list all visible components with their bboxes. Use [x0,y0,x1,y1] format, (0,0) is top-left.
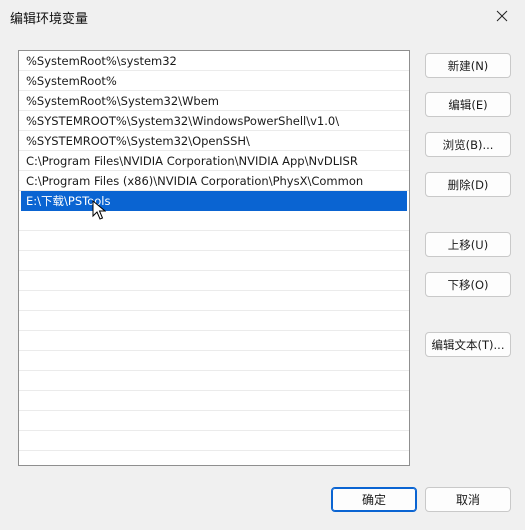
empty-row[interactable] [19,211,409,231]
list-item[interactable]: C:\Program Files\NVIDIA Corporation\NVID… [19,151,409,171]
edit-button[interactable]: 编辑(E) [425,92,511,117]
browse-button[interactable]: 浏览(B)... [425,132,511,157]
empty-row[interactable] [19,331,409,351]
list-item[interactable]: %SYSTEMROOT%\System32\OpenSSH\ [19,131,409,151]
list-item[interactable]: %SystemRoot% [19,71,409,91]
empty-row[interactable] [19,231,409,251]
empty-row[interactable] [19,391,409,411]
move-down-button[interactable]: 下移(O) [425,272,511,297]
empty-row[interactable] [19,431,409,451]
list-item[interactable]: %SYSTEMROOT%\System32\WindowsPowerShell\… [19,111,409,131]
empty-row[interactable] [19,271,409,291]
path-list[interactable]: %SystemRoot%\system32 %SystemRoot% %Syst… [18,50,410,466]
empty-row[interactable] [19,371,409,391]
empty-row[interactable] [19,251,409,271]
empty-row[interactable] [19,351,409,371]
edit-text-button[interactable]: 编辑文本(T)... [425,332,511,357]
title-bar: 编辑环境变量 [0,0,525,32]
close-button[interactable] [479,0,525,32]
mouse-pointer-icon [92,200,106,220]
list-item[interactable]: %SystemRoot%\System32\Wbem [19,91,409,111]
move-up-button[interactable]: 上移(U) [425,232,511,257]
list-item[interactable]: %SystemRoot%\system32 [19,51,409,71]
list-item-selected[interactable]: E:\下载\PSTools [21,191,407,211]
delete-button[interactable]: 删除(D) [425,172,511,197]
list-item[interactable]: C:\Program Files (x86)\NVIDIA Corporatio… [19,171,409,191]
empty-row[interactable] [19,291,409,311]
window-title: 编辑环境变量 [10,12,89,27]
cancel-button[interactable]: 取消 [425,487,511,512]
empty-row[interactable] [19,411,409,431]
close-icon [496,10,508,22]
new-button[interactable]: 新建(N) [425,53,511,78]
ok-button[interactable]: 确定 [331,487,417,512]
empty-row[interactable] [19,311,409,331]
